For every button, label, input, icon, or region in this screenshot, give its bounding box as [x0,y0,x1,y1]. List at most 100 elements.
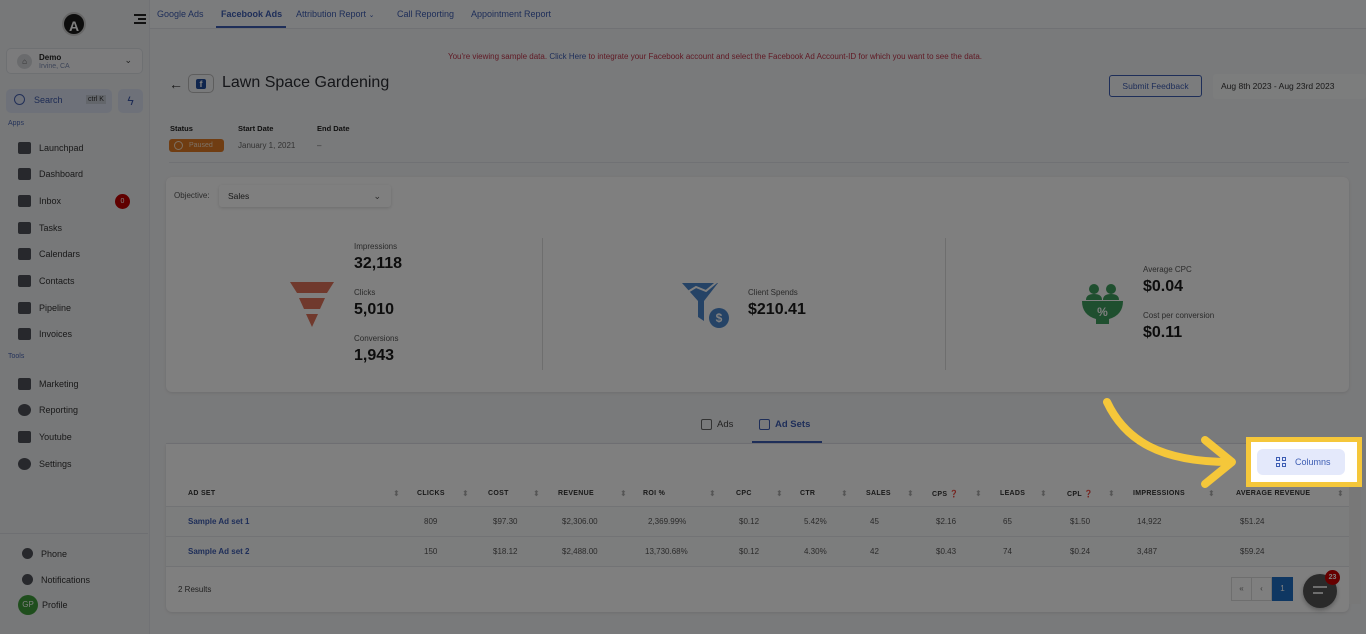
cell-sales: 42 [870,547,879,556]
col-impressions[interactable]: IMPRESSIONS [1133,490,1185,497]
col-ad-set[interactable]: AD SET [188,490,215,497]
sort-icon[interactable]: ⬍ [393,489,400,498]
cell-revenue: $2,306.00 [562,517,598,526]
sort-icon[interactable]: ⬍ [907,489,914,498]
cell-average-revenue: $51.24 [1240,517,1265,526]
integrate-link[interactable]: Click Here [549,52,586,61]
col-cps[interactable]: CPS ❓ [932,490,959,498]
start-date-label: Start Date [238,124,274,133]
tab-ad-sets[interactable]: Ad Sets [759,419,810,430]
youtube-icon [18,431,31,443]
tools-section-label: Tools [8,353,25,360]
sidebar-item-invoices[interactable]: Invoices [18,324,143,344]
page-1-button[interactable]: 1 [1272,577,1293,601]
sidebar-item-label: Dashboard [39,169,84,179]
col-label: CPL [1067,491,1082,498]
search-label: Search [34,95,63,105]
sort-icon[interactable]: ⬍ [533,489,540,498]
col-revenue[interactable]: REVENUE [558,490,594,497]
divider [166,566,1349,567]
col-cost[interactable]: COST [488,490,509,497]
sidebar-item-profile[interactable]: GP Profile [18,595,68,615]
svg-text:$: $ [716,311,723,325]
sidebar-item-notifications[interactable]: Notifications [22,574,90,585]
help-icon[interactable]: ❓ [950,491,959,498]
conversions-value: 1,943 [354,347,395,364]
cell-cpl: $1.50 [1070,517,1091,526]
sidebar-item-pipeline[interactable]: Pipeline [18,298,143,318]
adset-name-link[interactable]: Sample Ad set 2 [188,547,250,556]
col-sales[interactable]: SALES [866,490,891,497]
sidebar-item-youtube[interactable]: Youtube [18,427,143,447]
sidebar-item-marketing[interactable]: Marketing [18,374,143,394]
tab-ads[interactable]: Ads [701,419,733,430]
sort-icon[interactable]: ⬍ [620,489,627,498]
ads-icon [701,419,712,430]
first-page-button[interactable]: « [1231,577,1252,601]
sidebar-item-contacts[interactable]: Contacts [18,271,143,291]
help-icon[interactable]: ❓ [1084,491,1093,498]
average-cpc-value: $0.04 [1143,278,1184,295]
funnel-dollar-icon: $ [682,281,729,328]
col-clicks[interactable]: CLICKS [417,490,445,497]
profile-avatar: GP [18,595,38,615]
ad-sets-icon [759,419,770,430]
tab-facebook-ads[interactable]: Facebook Ads [221,9,282,19]
col-average-revenue[interactable]: AVERAGE REVENUE [1236,490,1310,497]
sidebar-item-settings[interactable]: Settings [18,454,143,474]
menu-collapse-icon[interactable] [134,12,146,24]
adset-name-link[interactable]: Sample Ad set 1 [188,517,250,526]
col-cpc[interactable]: CPC [736,490,752,497]
col-ctr[interactable]: CTR [800,490,815,497]
sort-icon[interactable]: ⬍ [1208,489,1215,498]
conversions-label: Conversions [354,334,399,343]
sidebar-item-label: Reporting [39,405,79,415]
chat-widget-button[interactable]: 23 [1303,570,1340,608]
sidebar-item-dashboard[interactable]: Dashboard [18,164,143,184]
sidebar-item-label: Profile [42,600,68,610]
columns-button[interactable]: Columns [1257,449,1345,475]
svg-text:%: % [1097,305,1108,319]
quick-actions-bolt-icon[interactable]: ϟ [118,89,143,113]
prev-page-button[interactable]: ‹ [1251,577,1272,601]
facebook-icon: f [196,79,206,89]
search-shortcut: ctrl K [86,95,106,104]
submit-feedback-button[interactable]: Submit Feedback [1109,75,1202,97]
sort-icon[interactable]: ⬍ [1337,489,1344,498]
notice-text: You're viewing sample data. [448,52,548,61]
sidebar-item-inbox[interactable]: Inbox 0 [18,191,143,211]
sidebar-item-launchpad[interactable]: Launchpad [18,138,143,158]
search-button[interactable]: Search ctrl K [6,89,112,113]
objective-select[interactable]: Sales ⌄ [219,185,391,207]
tab-google-ads[interactable]: Google Ads [157,9,204,19]
sort-icon[interactable]: ⬍ [1108,489,1115,498]
sort-icon[interactable]: ⬍ [709,489,716,498]
col-cpl[interactable]: CPL ❓ [1067,490,1093,498]
sort-icon[interactable]: ⬍ [975,489,982,498]
sort-icon[interactable]: ⬍ [1040,489,1047,498]
col-roi[interactable]: ROI % [643,490,665,497]
sort-icon[interactable]: ⬍ [462,489,469,498]
location-avatar-icon: ⌂ [17,54,32,69]
columns-label: Columns [1295,457,1331,467]
tab-attribution-report[interactable]: Attribution Report ⌄ [296,9,374,19]
tab-call-reporting[interactable]: Call Reporting [397,9,454,19]
sort-icon[interactable]: ⬍ [841,489,848,498]
col-leads[interactable]: LEADS [1000,490,1025,497]
tab-appointment-report[interactable]: Appointment Report [471,9,551,19]
clicks-label: Clicks [354,288,376,297]
sidebar-item-phone[interactable]: Phone [22,548,67,559]
sidebar-item-tasks[interactable]: Tasks [18,218,143,238]
cell-cost: $97.30 [493,517,518,526]
sidebar-item-calendars[interactable]: Calendars [18,244,143,264]
date-range-picker[interactable]: Aug 8th 2023 - Aug 23rd 2023 [1213,74,1366,99]
back-arrow-icon[interactable]: ← [169,76,183,92]
sidebar-item-reporting[interactable]: Reporting [18,400,143,420]
sidebar-item-label: Calendars [39,249,81,259]
sort-icon[interactable]: ⬍ [776,489,783,498]
sidebar-item-label: Invoices [39,329,73,339]
app-logo[interactable]: A [62,12,86,36]
tab-label: Ad Sets [775,419,811,430]
cell-leads: 74 [1003,547,1012,556]
location-switcher[interactable]: ⌂ Demo Irvine, CA ⌄ [6,48,143,74]
